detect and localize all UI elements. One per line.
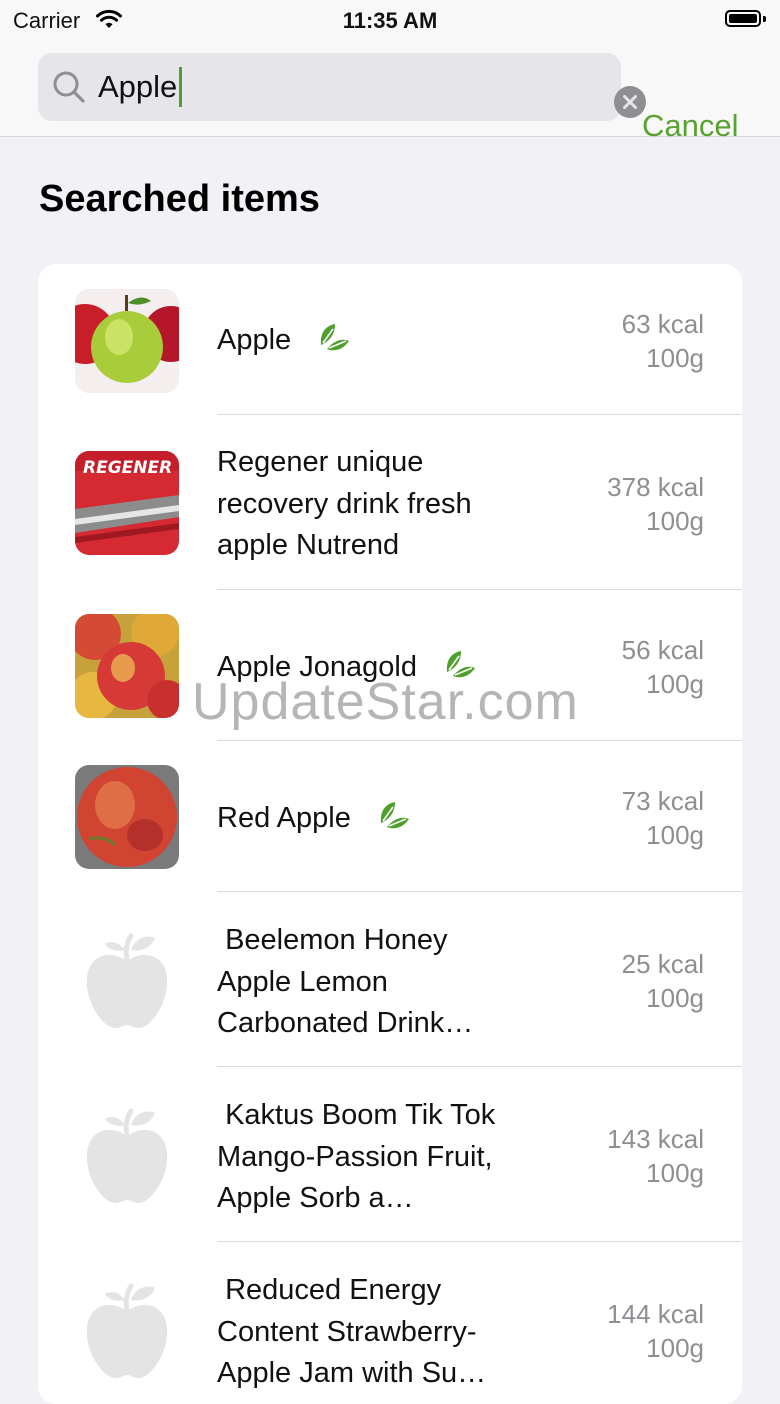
item-name: Regener unique recovery drink fresh appl… bbox=[217, 446, 472, 561]
item-name-text: Apple bbox=[217, 324, 292, 356]
regener-pack-thumbnail: REGENER bbox=[75, 451, 179, 555]
item-kcal: 144 kcal bbox=[607, 1299, 704, 1329]
item-name-text: Red Apple bbox=[217, 802, 351, 834]
clock: 11:35 AM bbox=[342, 8, 438, 33]
search-icon bbox=[53, 71, 85, 103]
item-amount: 100g bbox=[646, 669, 704, 699]
item-name: Kaktus Boom Tik Tok Mango-Passion Fruit,… bbox=[217, 1099, 504, 1214]
search-header: Cancel bbox=[0, 40, 780, 143]
item-amount: 100g bbox=[646, 983, 704, 1013]
item-kcal: 63 kcal bbox=[621, 309, 704, 339]
battery-tip bbox=[763, 16, 766, 22]
item-kcal: 25 kcal bbox=[621, 949, 704, 979]
item-kcal: 143 kcal bbox=[607, 1124, 704, 1154]
leaf-icon bbox=[321, 324, 350, 351]
list-item[interactable]: REGENER Regener unique recovery drink fr… bbox=[38, 415, 742, 590]
list-item[interactable]: Reduced Energy Content Strawberry-Apple … bbox=[38, 1242, 742, 1404]
battery-icon bbox=[725, 10, 761, 27]
green-apple-thumbnail bbox=[75, 289, 179, 393]
leaf-icon bbox=[380, 802, 409, 829]
item-amount: 100g bbox=[646, 820, 704, 850]
list-item[interactable]: Beelemon Honey Apple Lemon Carbonated Dr… bbox=[38, 892, 742, 1067]
search-input[interactable] bbox=[98, 53, 548, 121]
item-kcal: 56 kcal bbox=[621, 635, 704, 665]
apple-placeholder-icon bbox=[75, 1278, 179, 1382]
item-name: Red Apple bbox=[217, 797, 517, 840]
jonagold-apples-thumbnail bbox=[75, 614, 179, 718]
red-apple-thumbnail bbox=[75, 765, 179, 869]
item-amount: 100g bbox=[646, 506, 704, 536]
search-field[interactable] bbox=[38, 53, 646, 121]
item-amount: 100g bbox=[646, 343, 704, 373]
item-kcal: 378 kcal bbox=[607, 472, 704, 502]
item-name: Reduced Energy Content Strawberry-Apple … bbox=[217, 1274, 487, 1389]
item-kcal: 73 kcal bbox=[621, 786, 704, 816]
list-item[interactable]: Apple 63 kcal 100g bbox=[38, 264, 742, 415]
results-list: Apple 63 kcal 100g REGENER Regener uniqu… bbox=[38, 264, 742, 1404]
watermark: UpdateStar.com bbox=[192, 673, 579, 731]
apple-placeholder-icon bbox=[75, 928, 179, 1032]
list-item[interactable]: Kaktus Boom Tik Tok Mango-Passion Fruit,… bbox=[38, 1067, 742, 1242]
item-name: Apple bbox=[217, 319, 517, 362]
status-bar: Carrier 11:35 AM bbox=[0, 0, 780, 40]
item-amount: 100g bbox=[646, 1158, 704, 1188]
section-title: Searched items bbox=[39, 178, 320, 220]
list-item[interactable]: Red Apple 73 kcal 100g bbox=[38, 741, 742, 892]
item-name: Beelemon Honey Apple Lemon Carbonated Dr… bbox=[217, 924, 474, 1039]
item-amount: 100g bbox=[646, 1333, 704, 1363]
apple-placeholder-icon bbox=[75, 1103, 179, 1207]
cancel-button[interactable]: Cancel bbox=[642, 108, 739, 144]
text-caret bbox=[179, 67, 182, 107]
svg-text:REGENER: REGENER bbox=[83, 458, 172, 478]
